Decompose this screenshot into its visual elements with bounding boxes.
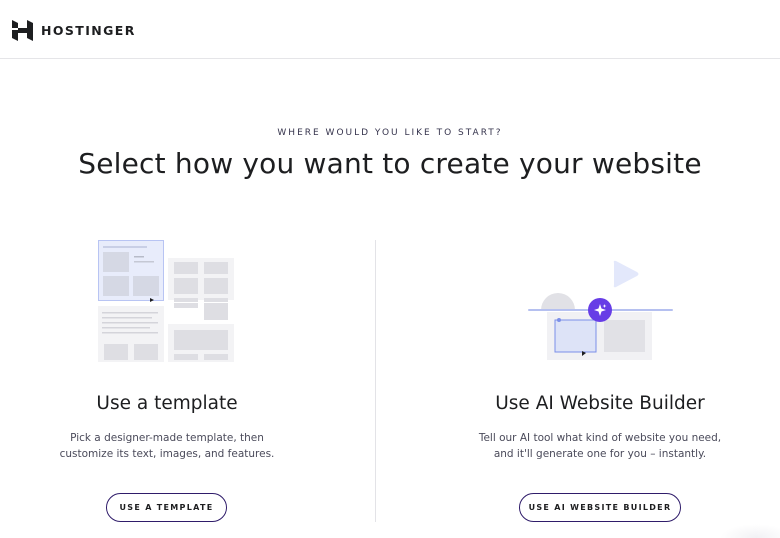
chat-widget-shadow xyxy=(720,524,780,538)
ai-builder-card-description-line-1: Tell our AI tool what kind of website yo… xyxy=(478,432,722,444)
use-ai-website-builder-button-label: USE AI WEBSITE BUILDER xyxy=(528,503,672,512)
use-ai-website-builder-button[interactable]: USE AI WEBSITE BUILDER xyxy=(519,493,681,522)
page: HOSTINGER WHERE WOULD YOU LIKE TO START?… xyxy=(0,0,780,538)
use-template-button-label: USE A TEMPLATE xyxy=(119,503,214,512)
top-header: HOSTINGER xyxy=(0,0,780,59)
template-card-title: Use a template xyxy=(96,393,238,414)
intro-eyebrow: WHERE WOULD YOU LIKE TO START? xyxy=(277,128,503,138)
ai-builder-card-description-line-2: and it'll generate one for you – instant… xyxy=(493,448,707,460)
template-card-description-line-1: Pick a designer-made template, then xyxy=(70,432,264,444)
ai-builder-card-title: Use AI Website Builder xyxy=(495,393,705,414)
use-template-button[interactable]: USE A TEMPLATE xyxy=(106,493,227,522)
brand-name: HOSTINGER xyxy=(41,23,136,38)
template-card-description-line-2: customize its text, images, and features… xyxy=(59,448,275,460)
ai-builder-illustration xyxy=(528,260,673,360)
hostinger-h-icon xyxy=(12,20,33,41)
page-title: Select how you want to create your websi… xyxy=(78,147,702,180)
cards-divider xyxy=(375,240,376,522)
template-grid-illustration xyxy=(98,240,234,362)
hostinger-logo[interactable]: HOSTINGER xyxy=(12,20,136,41)
